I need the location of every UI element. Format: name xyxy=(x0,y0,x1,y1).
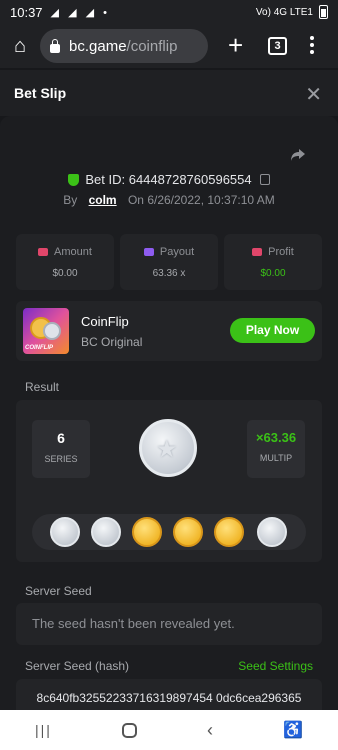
series-value: 6 xyxy=(57,430,65,446)
battery-icon xyxy=(319,5,328,19)
user-link[interactable]: colm xyxy=(89,193,117,207)
lock-icon xyxy=(50,38,60,53)
page-header: Bet Slip ✕ xyxy=(0,70,338,116)
multiplier-value: ×63.36 xyxy=(255,430,297,445)
game-thumbnail[interactable]: COINFLIP xyxy=(23,308,69,354)
browser-toolbar: ⌂ bc.game/coinflip + 3 xyxy=(0,24,338,68)
gold-coin-icon xyxy=(132,517,162,547)
star-icon: ★ xyxy=(156,436,178,463)
result-label: Result xyxy=(25,380,60,394)
profit-card: Profit $0.00 xyxy=(224,234,322,290)
bet-id: Bet ID: 64448728760596554 xyxy=(85,172,252,187)
bet-date: 6/26/2022, 10:37:10 AM xyxy=(147,193,275,207)
accessibility-icon[interactable]: ♿ xyxy=(283,720,303,740)
multiplier-box: ×63.36 MULTIP xyxy=(247,420,305,478)
close-icon[interactable]: ✕ xyxy=(305,82,322,107)
android-nav-bar: ||| ‹ ♿ xyxy=(0,710,338,750)
series-box: 6 SERIES xyxy=(32,420,90,478)
silver-coin-icon xyxy=(50,517,80,547)
profit-label: Profit xyxy=(268,246,294,258)
url-host: bc.game xyxy=(69,37,127,55)
page-title: Bet Slip xyxy=(14,85,67,101)
payout-value: 63.36 x xyxy=(152,268,186,279)
result-coin: ★ xyxy=(139,419,197,477)
copy-icon[interactable] xyxy=(259,174,270,185)
share-icon[interactable] xyxy=(290,148,306,162)
server-seed-label: Server Seed xyxy=(25,584,92,598)
silver-coin-icon xyxy=(43,322,61,340)
profit-icon xyxy=(252,248,263,256)
amount-value: $0.00 xyxy=(52,268,78,279)
back-icon[interactable]: ‹ xyxy=(207,720,213,741)
clock: 10:37 xyxy=(10,4,43,20)
coin-history xyxy=(32,514,306,550)
thumb-text: COINFLIP xyxy=(25,345,53,351)
series-label: SERIES xyxy=(44,454,78,464)
url-path: /coinflip xyxy=(126,37,178,55)
game-name: CoinFlip xyxy=(81,314,129,329)
notification-icons: ◢ ◢ ◢ • xyxy=(50,6,110,19)
payout-label: Payout xyxy=(159,246,195,258)
payout-icon xyxy=(143,248,154,256)
multiplier-label: MULTIP xyxy=(259,453,293,463)
server-seed-field: The seed hasn't been revealed yet. xyxy=(16,603,322,645)
game-card: COINFLIP CoinFlip BC Original Play Now xyxy=(16,301,322,361)
game-provider: BC Original xyxy=(81,335,143,349)
home-icon[interactable]: ⌂ xyxy=(0,35,40,58)
amount-label: Amount xyxy=(54,246,92,258)
profit-value: $0.00 xyxy=(260,268,286,279)
home-button-icon[interactable] xyxy=(121,722,137,738)
gold-coin-icon xyxy=(173,517,203,547)
menu-icon[interactable] xyxy=(310,36,314,57)
new-tab-icon[interactable]: + xyxy=(228,30,243,61)
bet-byline: By colm On 6/26/2022, 10:37:10 AM xyxy=(0,193,338,207)
address-bar[interactable]: bc.game/coinflip xyxy=(40,29,208,63)
silver-coin-icon xyxy=(91,517,121,547)
amount-card: Amount $0.00 xyxy=(16,234,114,290)
gold-coin-icon xyxy=(214,517,244,547)
shield-check-icon xyxy=(68,173,80,186)
bet-id-row: Bet ID: 64448728760596554 xyxy=(0,172,338,187)
silver-coin-icon xyxy=(257,517,287,547)
recent-apps-icon[interactable]: ||| xyxy=(35,722,52,738)
on-label: On xyxy=(127,193,144,207)
tab-switcher-button[interactable]: 3 xyxy=(268,37,287,55)
seed-settings-link[interactable]: Seed Settings xyxy=(238,659,313,673)
seed-hash-label: Server Seed (hash) xyxy=(25,659,130,673)
status-bar: 10:37 ◢ ◢ ◢ • Vo) 4G LTE1 xyxy=(0,0,338,24)
by-label: By xyxy=(63,193,78,207)
payout-card: Payout 63.36 x xyxy=(120,234,218,290)
signal-text: Vo) 4G LTE1 xyxy=(255,6,313,18)
amount-icon xyxy=(38,248,49,256)
play-now-button[interactable]: Play Now xyxy=(230,318,315,343)
result-card: 6 SERIES ★ ×63.36 MULTIP xyxy=(16,400,322,562)
